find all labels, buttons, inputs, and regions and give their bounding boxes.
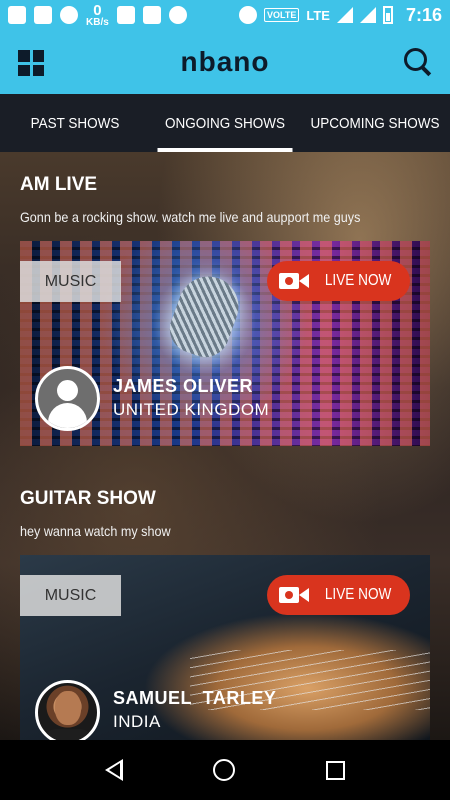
menu-grid-icon[interactable]	[18, 50, 44, 76]
tab-ongoing-shows[interactable]: ONGOING SHOWS	[157, 94, 293, 152]
network-speed-value: 0	[93, 1, 102, 19]
image-notification-icon	[116, 6, 135, 24]
app-notification-icon	[60, 6, 78, 24]
system-nav-bar	[0, 740, 450, 800]
gallery-notification-icon	[34, 6, 52, 24]
alarm-icon	[239, 6, 258, 24]
app-bar: nbano	[0, 30, 450, 94]
app-logo: nbano	[180, 46, 270, 77]
network-speed-unit: KB/s	[86, 16, 109, 28]
live-now-button[interactable]: LIVE NOW	[267, 575, 410, 615]
search-icon[interactable]	[404, 48, 432, 76]
video-camera-icon	[279, 272, 310, 290]
host-avatar[interactable]	[35, 366, 100, 431]
host-country: UNITED KINGDOM	[113, 400, 270, 419]
tab-past-shows[interactable]: PAST SHOWS	[8, 94, 143, 152]
host-avatar[interactable]	[35, 680, 100, 740]
show-title: GUITAR SHOW	[20, 488, 156, 509]
live-now-label: LIVE NOW	[325, 272, 392, 289]
signal-icon-2	[359, 7, 376, 23]
show-description: Gonn be a rocking show. watch me live an…	[20, 209, 361, 225]
shows-list[interactable]: AM LIVE Gonn be a rocking show. watch me…	[0, 152, 450, 740]
network-speed: 0 KB/s	[86, 1, 109, 28]
microphone-image	[163, 268, 247, 364]
show-card[interactable]: MUSIC LIVE NOW JAMES OLIVER UNITED KINGD…	[20, 241, 430, 446]
usb-icon	[142, 6, 161, 24]
show-tabs: PAST SHOWS ONGOING SHOWS UPCOMING SHOWS	[0, 94, 450, 152]
recent-apps-icon[interactable]	[325, 760, 345, 780]
back-icon[interactable]	[105, 759, 124, 781]
show-title: AM LIVE	[20, 174, 98, 195]
live-now-label: LIVE NOW	[325, 586, 392, 603]
data-saver-icon	[168, 6, 187, 24]
show-card[interactable]: MUSIC LIVE NOW SAMUEL TARLEY INDIA	[20, 555, 430, 740]
category-badge: MUSIC	[20, 575, 121, 616]
home-icon[interactable]	[213, 759, 236, 781]
tab-upcoming-shows[interactable]: UPCOMING SHOWS	[308, 94, 443, 152]
video-camera-icon	[279, 586, 310, 604]
live-now-button[interactable]: LIVE NOW	[267, 261, 410, 301]
host-name: SAMUEL TARLEY	[113, 688, 277, 708]
status-bar: 0 KB/s VOLTE LTE 7:16	[0, 0, 450, 30]
signal-icon	[336, 7, 353, 23]
host-name: JAMES OLIVER	[113, 376, 254, 396]
show-description: hey wanna watch my show	[20, 523, 171, 539]
host-country: INDIA	[113, 712, 161, 731]
lte-indicator: LTE	[306, 7, 330, 23]
category-badge: MUSIC	[20, 261, 121, 302]
clock: 7:16	[405, 4, 442, 25]
battery-icon	[382, 6, 393, 24]
chat-notification-icon	[8, 6, 26, 24]
volte-badge: VOLTE	[264, 8, 300, 22]
